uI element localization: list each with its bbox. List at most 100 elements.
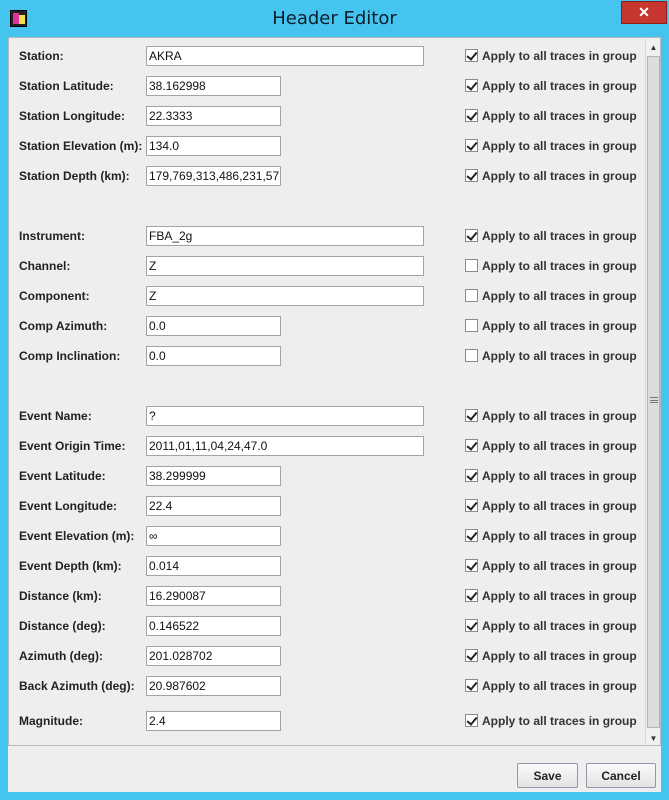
- field-label: Station:: [19, 49, 64, 63]
- field-label: Station Longitude:: [19, 109, 125, 123]
- field-row-station: Station: AKRA Apply to all traces in gro…: [9, 46, 645, 68]
- dialog-body: Station: AKRA Apply to all traces in gro…: [8, 37, 661, 792]
- field-row-station-depth: Station Depth (km): 179,769,313,486,231,…: [9, 166, 645, 188]
- event-depth-field[interactable]: 0.014: [146, 556, 281, 576]
- cancel-button[interactable]: Cancel: [586, 763, 656, 788]
- apply-all-label: Apply to all traces in group: [482, 409, 637, 423]
- apply-all-label: Apply to all traces in group: [482, 529, 637, 543]
- distance-deg-field[interactable]: 0.146522: [146, 616, 281, 636]
- station-longitude-field[interactable]: 22.3333: [146, 106, 281, 126]
- field-label: Event Latitude:: [19, 469, 106, 483]
- apply-all-label: Apply to all traces in group: [482, 229, 637, 243]
- apply-all-checkbox[interactable]: [465, 79, 478, 92]
- apply-all-label: Apply to all traces in group: [482, 714, 637, 728]
- apply-all-checkbox[interactable]: [465, 649, 478, 662]
- channel-field[interactable]: Z: [146, 256, 424, 276]
- station-depth-field[interactable]: 179,769,313,486,231,57: [146, 166, 281, 186]
- station-elevation-field[interactable]: 134.0: [146, 136, 281, 156]
- vertical-scrollbar[interactable]: ▲ ▼: [645, 39, 660, 745]
- apply-all-checkbox[interactable]: [465, 169, 478, 182]
- apply-all-label: Apply to all traces in group: [482, 619, 637, 633]
- field-label: Back Azimuth (deg):: [19, 679, 135, 693]
- field-label: Station Depth (km):: [19, 169, 130, 183]
- apply-all-checkbox[interactable]: [465, 229, 478, 242]
- save-button[interactable]: Save: [517, 763, 578, 788]
- field-label: Station Elevation (m):: [19, 139, 143, 153]
- field-label: Event Depth (km):: [19, 559, 122, 573]
- field-label: Channel:: [19, 259, 71, 273]
- field-label: Event Name:: [19, 409, 92, 423]
- azimuth-field[interactable]: 201.028702: [146, 646, 281, 666]
- component-field[interactable]: Z: [146, 286, 424, 306]
- field-row-azimuth: Azimuth (deg): 201.028702 Apply to all t…: [9, 646, 645, 668]
- apply-all-checkbox[interactable]: [465, 499, 478, 512]
- comp-inclination-field[interactable]: 0.0: [146, 346, 281, 366]
- comp-azimuth-field[interactable]: 0.0: [146, 316, 281, 336]
- apply-all-checkbox[interactable]: [465, 529, 478, 542]
- grip-icon: [650, 397, 658, 403]
- apply-all-label: Apply to all traces in group: [482, 259, 637, 273]
- field-row-station-longitude: Station Longitude: 22.3333 Apply to all …: [9, 106, 645, 128]
- apply-all-checkbox[interactable]: [465, 439, 478, 452]
- magnitude-field[interactable]: 2.4: [146, 711, 281, 731]
- apply-all-checkbox[interactable]: [465, 139, 478, 152]
- apply-all-checkbox[interactable]: [465, 619, 478, 632]
- field-row-comp-inclination: Comp Inclination: 0.0 Apply to all trace…: [9, 346, 645, 368]
- field-row-station-latitude: Station Latitude: 38.162998 Apply to all…: [9, 76, 645, 98]
- back-azimuth-field[interactable]: 20.987602: [146, 676, 281, 696]
- field-row-component: Component: Z Apply to all traces in grou…: [9, 286, 645, 308]
- apply-all-label: Apply to all traces in group: [482, 679, 637, 693]
- event-elevation-field[interactable]: ∞: [146, 526, 281, 546]
- apply-all-label: Apply to all traces in group: [482, 169, 637, 183]
- field-label: Component:: [19, 289, 90, 303]
- event-name-field[interactable]: ?: [146, 406, 424, 426]
- distance-km-field[interactable]: 16.290087: [146, 586, 281, 606]
- field-row-event-elevation: Event Elevation (m): ∞ Apply to all trac…: [9, 526, 645, 548]
- apply-all-checkbox[interactable]: [465, 679, 478, 692]
- field-row-event-latitude: Event Latitude: 38.299999 Apply to all t…: [9, 466, 645, 488]
- apply-all-label: Apply to all traces in group: [482, 349, 637, 363]
- fields-panel: Station: AKRA Apply to all traces in gro…: [8, 37, 661, 746]
- apply-all-checkbox[interactable]: [465, 559, 478, 572]
- apply-all-checkbox[interactable]: [465, 409, 478, 422]
- apply-all-checkbox[interactable]: [465, 109, 478, 122]
- field-label: Distance (deg):: [19, 619, 106, 633]
- scroll-up-arrow-icon[interactable]: ▲: [646, 39, 660, 55]
- apply-all-checkbox[interactable]: [465, 349, 478, 362]
- field-row-event-longitude: Event Longitude: 22.4 Apply to all trace…: [9, 496, 645, 518]
- apply-all-label: Apply to all traces in group: [482, 589, 637, 603]
- field-label: Event Origin Time:: [19, 439, 126, 453]
- field-label: Azimuth (deg):: [19, 649, 103, 663]
- apply-all-checkbox[interactable]: [465, 49, 478, 62]
- apply-all-checkbox[interactable]: [465, 319, 478, 332]
- apply-all-checkbox[interactable]: [465, 714, 478, 727]
- field-label: Comp Inclination:: [19, 349, 121, 363]
- apply-all-checkbox[interactable]: [465, 289, 478, 302]
- apply-all-label: Apply to all traces in group: [482, 49, 637, 63]
- apply-all-label: Apply to all traces in group: [482, 499, 637, 513]
- apply-all-label: Apply to all traces in group: [482, 469, 637, 483]
- apply-all-label: Apply to all traces in group: [482, 79, 637, 93]
- apply-all-checkbox[interactable]: [465, 469, 478, 482]
- instrument-field[interactable]: FBA_2g: [146, 226, 424, 246]
- apply-all-checkbox[interactable]: [465, 589, 478, 602]
- field-label: Comp Azimuth:: [19, 319, 108, 333]
- field-row-comp-azimuth: Comp Azimuth: 0.0 Apply to all traces in…: [9, 316, 645, 338]
- field-row-distance-deg: Distance (deg): 0.146522 Apply to all tr…: [9, 616, 645, 638]
- field-label: Distance (km):: [19, 589, 102, 603]
- close-button[interactable]: ✕: [621, 1, 667, 24]
- field-row-channel: Channel: Z Apply to all traces in group: [9, 256, 645, 278]
- field-label: Instrument:: [19, 229, 85, 243]
- station-latitude-field[interactable]: 38.162998: [146, 76, 281, 96]
- station-field[interactable]: AKRA: [146, 46, 424, 66]
- field-row-distance-km: Distance (km): 16.290087 Apply to all tr…: [9, 586, 645, 608]
- apply-all-label: Apply to all traces in group: [482, 559, 637, 573]
- apply-all-checkbox[interactable]: [465, 259, 478, 272]
- scroll-down-arrow-icon[interactable]: ▼: [646, 730, 660, 745]
- event-longitude-field[interactable]: 22.4: [146, 496, 281, 516]
- event-origin-time-field[interactable]: 2011,01,11,04,24,47.0: [146, 436, 424, 456]
- scrollbar-thumb[interactable]: [647, 56, 660, 728]
- event-latitude-field[interactable]: 38.299999: [146, 466, 281, 486]
- apply-all-label: Apply to all traces in group: [482, 109, 637, 123]
- field-row-magnitude: Magnitude: 2.4 Apply to all traces in gr…: [9, 711, 645, 733]
